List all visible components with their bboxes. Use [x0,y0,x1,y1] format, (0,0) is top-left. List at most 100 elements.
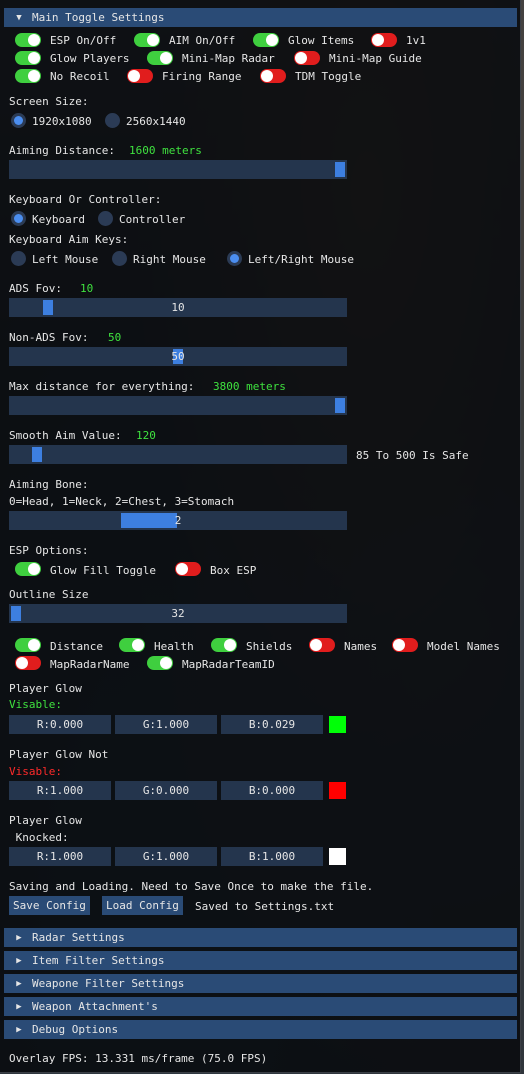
toggle-glow-fill[interactable] [15,562,41,576]
glow-knocked-r[interactable]: R:1.000 [9,847,111,866]
glow-knocked-g[interactable]: G:1.000 [115,847,217,866]
debug-options-header[interactable]: ▶ Debug Options [4,1020,517,1039]
main-toggle-settings-header[interactable]: ▼ Main Toggle Settings [4,8,517,27]
toggle-esp[interactable] [15,33,41,47]
toggle-model-names[interactable] [392,638,418,652]
radio-left-mouse[interactable] [11,251,26,266]
input-mode-label: Keyboard Or Controller: [9,193,162,206]
chevron-right-icon: ▶ [16,1001,22,1012]
toggle-health-label: Health [154,640,194,653]
glow-visible-r[interactable]: R:0.000 [9,715,111,734]
radar-settings-header[interactable]: ▶ Radar Settings [4,928,517,947]
max-distance-value: 3800 meters [213,380,286,393]
radio-2560x1440[interactable] [105,113,120,128]
ads-fov-slider-value: 10 [171,301,185,314]
toggle-glow-players[interactable] [15,51,41,65]
aiming-distance-label: Aiming Distance: [9,144,115,157]
toggle-map-radar-team-id[interactable] [147,656,173,670]
max-distance-slider[interactable] [9,396,347,415]
save-status-text: Saved to Settings.txt [195,900,335,913]
glow-knocked-sub: Knocked: [9,831,69,844]
esp-options-label: ESP Options: [9,544,89,557]
glow-not-visible-swatch[interactable] [329,782,346,799]
save-info-text: Saving and Loading. Need to Save Once to… [9,880,374,893]
toggle-minimap-guide[interactable] [294,51,320,65]
aiming-bone-legend: 0=Head, 1=Neck, 2=Chest, 3=Stomach [9,495,235,508]
non-ads-fov-slider-value: 50 [171,350,185,363]
radio-left-right-mouse[interactable] [227,251,242,266]
glow-visible-sub: Visable: [9,698,62,711]
section-title: Debug Options [32,1023,119,1036]
toggle-box-esp[interactable] [175,562,201,576]
glow-visible-g[interactable]: G:1.000 [115,715,217,734]
toggle-shields[interactable] [211,638,237,652]
glow-not-visible-r[interactable]: R:1.000 [9,781,111,800]
toggle-names[interactable] [309,638,335,652]
toggle-tdm[interactable] [260,69,286,83]
radio-keyboard[interactable] [11,211,26,226]
outline-size-slider-value: 32 [171,607,185,620]
aiming-bone-slider[interactable]: 2 [9,511,347,530]
toggle-firing-range-label: Firing Range [162,70,242,83]
smooth-aim-value: 120 [136,429,156,442]
section-title: Weapon Attachment's [32,1000,158,1013]
section-title: Item Filter Settings [32,954,165,967]
max-distance-label: Max distance for everything: [9,380,195,393]
glow-knocked-b[interactable]: B:1.000 [221,847,323,866]
load-config-button[interactable]: Load Config [102,896,183,915]
toggle-tdm-label: TDM Toggle [295,70,362,83]
weapon-filter-settings-header[interactable]: ▶ Weapone Filter Settings [4,974,517,993]
radio-controller[interactable] [98,211,113,226]
radio-1920x1080[interactable] [11,113,26,128]
outline-size-slider[interactable]: 32 [9,604,347,623]
toggle-health[interactable] [119,638,145,652]
chevron-down-icon: ▼ [16,12,22,23]
main-header-title: Main Toggle Settings [32,11,165,24]
glow-not-visible-b[interactable]: B:0.000 [221,781,323,800]
aim-keys-label: Keyboard Aim Keys: [9,233,129,246]
toggle-map-radar-name[interactable] [15,656,41,670]
glow-knocked-title: Player Glow [9,814,82,827]
slider-grab[interactable] [32,447,42,462]
ads-fov-slider[interactable]: 10 [9,298,347,317]
glow-visible-swatch[interactable] [329,716,346,733]
toggle-minimap-radar-label: Mini-Map Radar [182,52,275,65]
aiming-distance-slider[interactable] [9,160,347,179]
toggle-names-label: Names [344,640,378,653]
toggle-distance[interactable] [15,638,41,652]
overlay-fps-text: Overlay FPS: 13.331 ms/frame (75.0 FPS) [9,1052,268,1065]
glow-not-visible-sub: Visable: [9,765,62,778]
toggle-firing-range[interactable] [127,69,153,83]
smooth-aim-label: Smooth Aim Value: [9,429,122,442]
slider-grab[interactable] [335,398,345,413]
chevron-right-icon: ▶ [16,978,22,989]
weapon-attachments-header[interactable]: ▶ Weapon Attachment's [4,997,517,1016]
toggle-glow-fill-label: Glow Fill Toggle [50,564,156,577]
toggle-1v1-label: 1v1 [406,34,426,47]
aiming-distance-value: 1600 meters [129,144,202,157]
toggle-minimap-radar[interactable] [147,51,173,65]
non-ads-fov-slider[interactable]: 50 [9,347,347,366]
toggle-box-esp-label: Box ESP [210,564,257,577]
smooth-aim-slider[interactable] [9,445,347,464]
non-ads-fov-label: Non-ADS Fov: [9,331,89,344]
ads-fov-label: ADS Fov: [9,282,62,295]
radio-keyboard-label: Keyboard [32,213,85,226]
radio-right-mouse-label: Right Mouse [133,253,206,266]
toggle-no-recoil[interactable] [15,69,41,83]
slider-grab[interactable] [335,162,345,177]
glow-not-visible-g[interactable]: G:0.000 [115,781,217,800]
item-filter-settings-header[interactable]: ▶ Item Filter Settings [4,951,517,970]
toggle-distance-label: Distance [50,640,103,653]
chevron-right-icon: ▶ [16,955,22,966]
radio-2560x1440-label: 2560x1440 [126,115,186,128]
radio-right-mouse[interactable] [112,251,127,266]
toggle-model-names-label: Model Names [427,640,500,653]
toggle-1v1[interactable] [371,33,397,47]
toggle-aim[interactable] [134,33,160,47]
save-config-button[interactable]: Save Config [9,896,90,915]
glow-visible-b[interactable]: B:0.029 [221,715,323,734]
glow-knocked-swatch[interactable] [329,848,346,865]
radio-left-right-mouse-label: Left/Right Mouse [248,253,354,266]
toggle-glow-items[interactable] [253,33,279,47]
